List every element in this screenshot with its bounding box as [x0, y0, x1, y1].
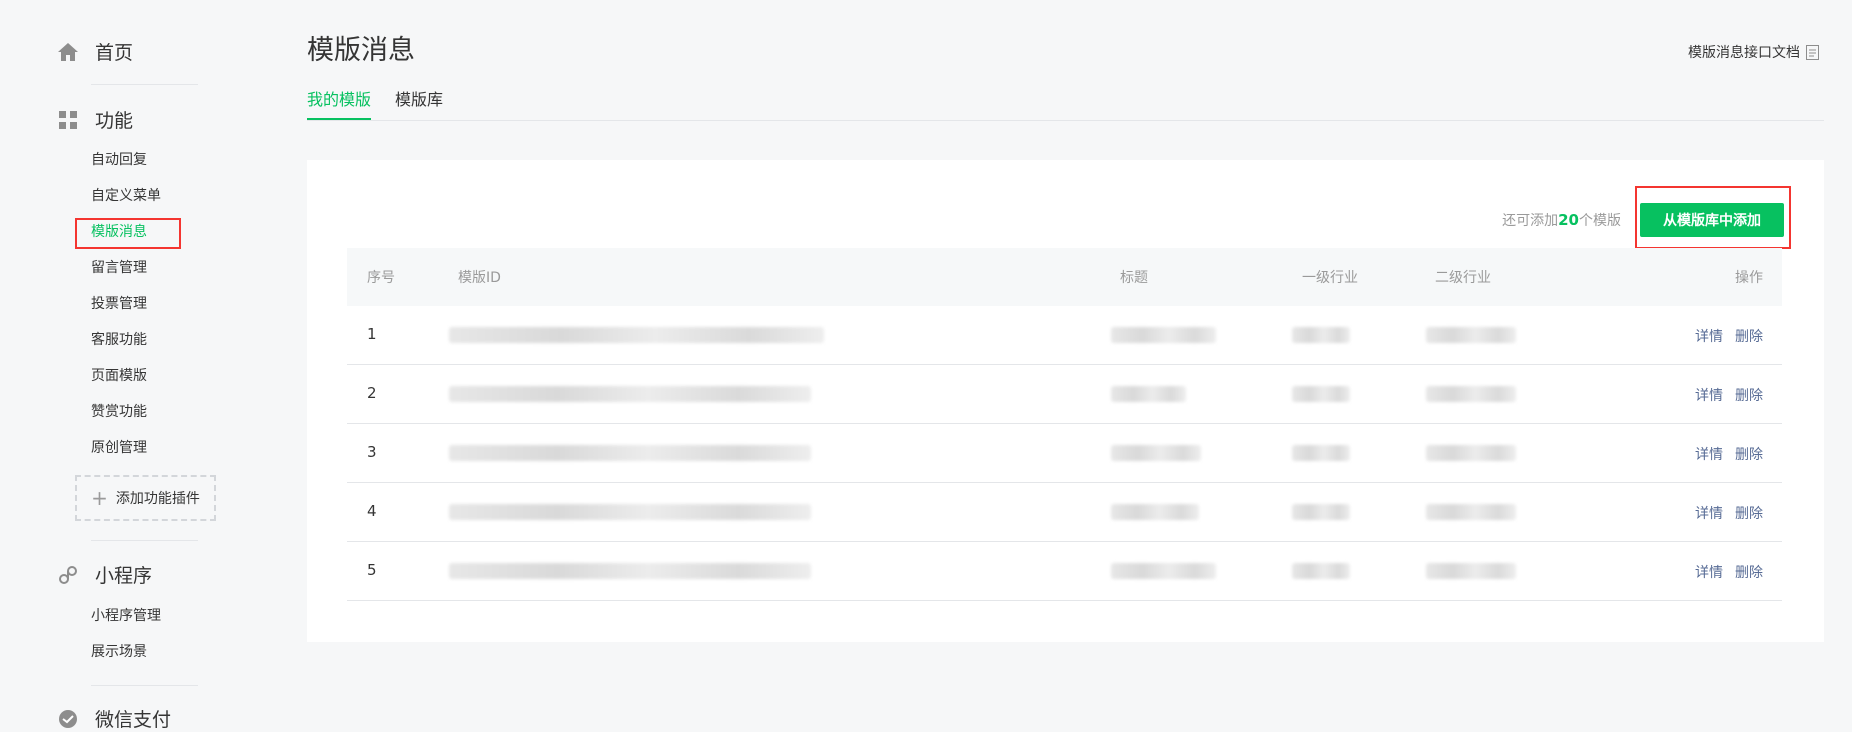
quota-text: 还可添加20个模版: [1502, 210, 1621, 230]
quota-prefix: 还可添加: [1502, 213, 1559, 229]
detail-link[interactable]: 详情: [1695, 503, 1723, 523]
quota-suffix: 个模版: [1579, 213, 1621, 229]
delete-link[interactable]: 删除: [1735, 326, 1763, 346]
sidebar-item-auto-reply[interactable]: 自动回复: [91, 150, 147, 170]
sidebar-miniprogram-label: 小程序: [95, 565, 153, 587]
sidebar-item-reward[interactable]: 赞赏功能: [91, 402, 147, 422]
redacted-secondary-industry: [1426, 386, 1516, 402]
table-row: 2 详情 删除: [347, 365, 1782, 424]
redacted-primary-industry: [1292, 445, 1350, 461]
document-icon: [1806, 44, 1819, 60]
redacted-secondary-industry: [1426, 445, 1516, 461]
page-title: 模版消息: [307, 35, 415, 66]
detail-link[interactable]: 详情: [1695, 385, 1723, 405]
row-index: 1: [367, 325, 377, 343]
sidebar-home-label: 首页: [95, 42, 134, 64]
header-title: 标题: [1120, 270, 1148, 286]
redacted-primary-industry: [1292, 504, 1350, 520]
divider: [91, 540, 198, 541]
sidebar-miniprogram[interactable]: 小程序: [57, 561, 152, 588]
header-index: 序号: [367, 270, 395, 286]
sidebar-item-original-management[interactable]: 原创管理: [91, 438, 147, 458]
add-plugin-label: 添加功能插件: [115, 491, 200, 507]
table-row: 3 详情 删除: [347, 424, 1782, 483]
redacted-secondary-industry: [1426, 504, 1516, 520]
quota-count: 20: [1558, 211, 1579, 229]
detail-link[interactable]: 详情: [1695, 562, 1723, 582]
home-icon: [57, 41, 79, 63]
tab-my-templates[interactable]: 我的模版: [307, 90, 372, 120]
sidebar-item-miniprogram-management[interactable]: 小程序管理: [91, 606, 161, 626]
sidebar-item-vote-management[interactable]: 投票管理: [91, 294, 147, 314]
grid-icon: [57, 109, 79, 131]
sidebar-functions-label: 功能: [95, 110, 134, 132]
sidebar-item-page-template[interactable]: 页面模版: [91, 366, 147, 386]
link-icon: [57, 564, 79, 586]
redacted-primary-industry: [1292, 386, 1350, 402]
table-header: 序号 模版ID 标题 一级行业 二级行业 操作: [347, 248, 1782, 306]
divider: [91, 685, 198, 686]
redacted-title: [1111, 327, 1216, 343]
redacted-template-id: [449, 563, 811, 579]
sidebar-item-customer-service[interactable]: 客服功能: [91, 330, 147, 350]
sidebar-item-custom-menu[interactable]: 自定义菜单: [91, 186, 161, 206]
sidebar: 首页 功能 自动回复 自定义菜单 模版消息 留言管理 投票管理 客服功能 页面模…: [0, 0, 250, 731]
table-row: 1 详情 删除: [347, 306, 1782, 365]
header-secondary-industry: 二级行业: [1435, 270, 1491, 286]
row-index: 2: [367, 384, 377, 402]
header-actions: 操作: [1735, 270, 1763, 286]
api-doc-link-label: 模版消息接口文档: [1688, 45, 1800, 61]
redacted-primary-industry: [1292, 327, 1350, 343]
sidebar-functions[interactable]: 功能: [57, 106, 133, 133]
tab-template-library[interactable]: 模版库: [395, 90, 443, 118]
template-table: 序号 模版ID 标题 一级行业 二级行业 操作 1 详情 删除 2 详情 删除 …: [347, 248, 1782, 601]
sidebar-item-comment-management[interactable]: 留言管理: [91, 258, 147, 278]
highlight-box-add-button: [1635, 186, 1791, 249]
sidebar-home[interactable]: 首页: [57, 38, 133, 65]
tab-bar: 我的模版 模版库: [307, 90, 1824, 121]
row-index: 3: [367, 443, 377, 461]
divider: [91, 84, 198, 85]
plus-icon: +: [91, 486, 108, 510]
redacted-secondary-industry: [1426, 327, 1516, 343]
template-panel: 还可添加20个模版 从模版库中添加 序号 模版ID 标题 一级行业 二级行业 操…: [307, 160, 1824, 642]
redacted-primary-industry: [1292, 563, 1350, 579]
api-doc-link[interactable]: 模版消息接口文档: [1688, 42, 1819, 62]
add-plugin-button[interactable]: + 添加功能插件: [75, 475, 216, 521]
redacted-template-id: [449, 386, 811, 402]
redacted-title: [1111, 504, 1199, 520]
header-template-id: 模版ID: [458, 270, 501, 286]
row-index: 5: [367, 561, 377, 579]
wechat-pay-icon: [57, 708, 79, 730]
redacted-template-id: [449, 327, 824, 343]
redacted-title: [1111, 445, 1201, 461]
table-row: 4 详情 删除: [347, 483, 1782, 542]
detail-link[interactable]: 详情: [1695, 444, 1723, 464]
table-row: 5 详情 删除: [347, 542, 1782, 601]
redacted-template-id: [449, 504, 811, 520]
header-primary-industry: 一级行业: [1302, 270, 1358, 286]
redacted-title: [1111, 563, 1216, 579]
delete-link[interactable]: 删除: [1735, 503, 1763, 523]
highlight-box-sidebar: [75, 218, 181, 249]
redacted-title: [1111, 386, 1186, 402]
delete-link[interactable]: 删除: [1735, 444, 1763, 464]
row-index: 4: [367, 502, 377, 520]
delete-link[interactable]: 删除: [1735, 562, 1763, 582]
delete-link[interactable]: 删除: [1735, 385, 1763, 405]
detail-link[interactable]: 详情: [1695, 326, 1723, 346]
redacted-secondary-industry: [1426, 563, 1516, 579]
sidebar-item-display-scenes[interactable]: 展示场景: [91, 642, 147, 662]
redacted-template-id: [449, 445, 811, 461]
